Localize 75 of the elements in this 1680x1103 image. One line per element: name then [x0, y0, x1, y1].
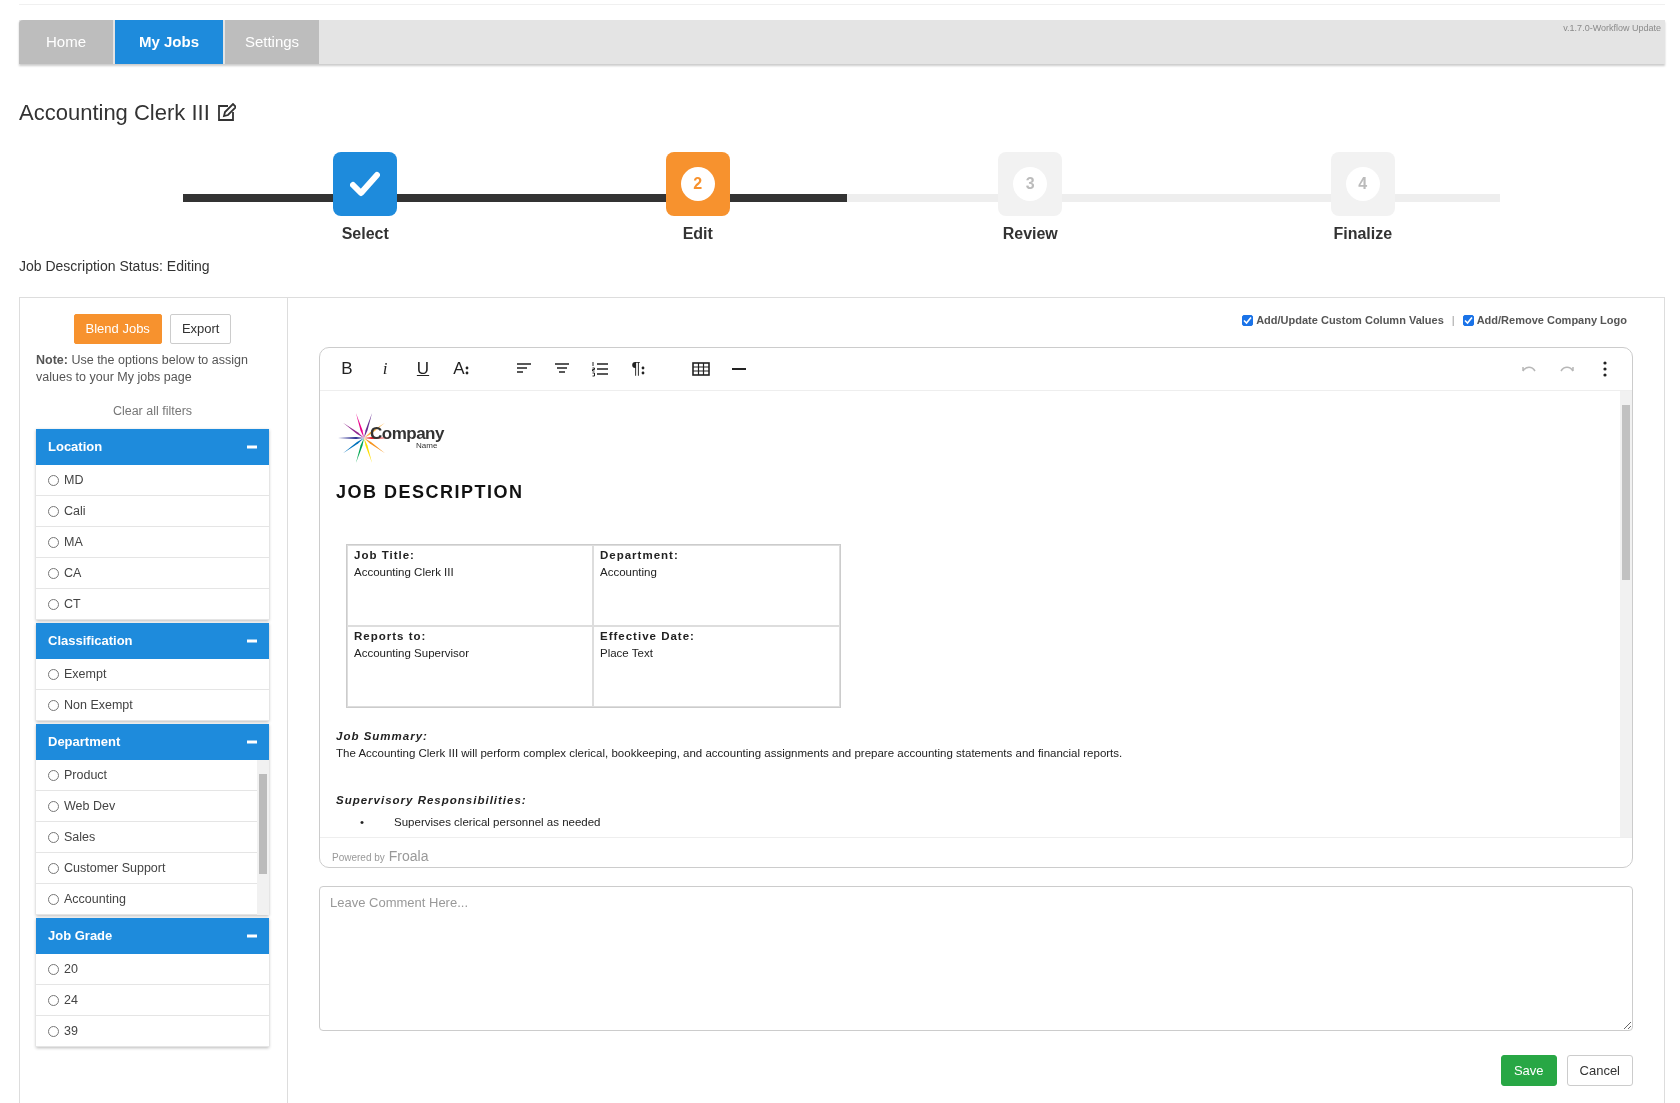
option-label[interactable]: 20 — [64, 959, 78, 979]
ordered-list-icon — [591, 359, 609, 378]
checkbox[interactable] — [1462, 315, 1474, 327]
option-label[interactable]: Exempt — [64, 664, 107, 684]
divider-text: | — [1451, 313, 1455, 329]
option-label[interactable]: MA — [64, 532, 83, 552]
option-label[interactable]: Sales — [64, 827, 96, 847]
field-label: Effective Date: — [600, 628, 696, 644]
note-text: Note: Use the options below to assign values to your My jobs page — [36, 352, 249, 387]
option-label[interactable]: CA — [64, 563, 82, 583]
scrollbar[interactable] — [257, 760, 269, 916]
option-label[interactable]: CT — [64, 594, 81, 614]
export-button[interactable]: Export — [169, 314, 232, 345]
horizontal-line-icon — [731, 366, 747, 371]
option-label[interactable]: Non Exempt — [64, 695, 133, 715]
step-number: 4 — [1345, 167, 1380, 202]
step-label: Select — [341, 224, 389, 245]
paragraph-format-button[interactable]: ¶ — [619, 352, 657, 385]
step-label: Finalize — [1333, 224, 1393, 245]
step-number: 2 — [680, 167, 715, 202]
option-label[interactable]: 39 — [64, 1021, 78, 1041]
table-icon — [692, 359, 710, 378]
cancel-button[interactable]: Cancel — [1566, 1054, 1633, 1087]
italic-button[interactable]: i — [366, 352, 404, 385]
page-title: Accounting Clerk III — [19, 100, 210, 127]
filter-title[interactable]: Job Grade — [48, 926, 113, 946]
step-number: 3 — [1013, 167, 1048, 202]
logo-tagline: Name — [416, 442, 438, 451]
step-label: Review — [1002, 224, 1058, 245]
checkbox-label[interactable]: Add/Remove Company Logo — [1476, 312, 1627, 329]
option-label[interactable]: 24 — [64, 990, 78, 1010]
filter-title[interactable]: Classification — [48, 631, 133, 651]
field-label: Job Title: — [354, 547, 416, 563]
logo-name: Company — [370, 425, 444, 443]
step-label: Edit — [682, 224, 713, 245]
field-label: Reports to: — [354, 628, 428, 644]
section-title: Supervisory Responsibilities: — [336, 793, 528, 809]
edit-icon[interactable] — [215, 103, 236, 124]
more-icon — [1603, 360, 1607, 377]
document-heading: JOB DESCRIPTION — [336, 480, 525, 504]
bullet-item: Supervises clerical personnel as needed — [394, 814, 601, 830]
option-label[interactable]: Web Dev — [64, 796, 116, 816]
filter-title[interactable]: Department — [48, 732, 121, 752]
comment-field[interactable]: Leave Comment Here... — [319, 885, 1633, 1031]
option-label[interactable]: Accounting — [64, 889, 126, 909]
field-value: Accounting — [600, 565, 658, 581]
underline-button[interactable]: U — [404, 352, 442, 385]
field-label: Department: — [600, 547, 680, 563]
option-label[interactable]: MD — [64, 470, 84, 490]
section-title: Job Summary: — [336, 728, 429, 744]
option-label[interactable]: Customer Support — [64, 858, 166, 878]
status-text: Job Description Status: Editing — [19, 257, 211, 277]
option-label[interactable]: Cali — [64, 501, 86, 521]
scrollbar[interactable] — [1620, 390, 1632, 837]
font-size-button[interactable]: A — [442, 352, 480, 385]
check-icon — [1243, 316, 1253, 326]
bold-button[interactable]: B — [328, 352, 366, 385]
version-text: v.1.7.0-Workflow Update — [1563, 22, 1661, 35]
check-icon — [1463, 316, 1473, 326]
checkbox-label[interactable]: Add/Update Custom Column Values — [1256, 312, 1444, 329]
undo-icon — [1522, 365, 1536, 373]
step-marker[interactable] — [333, 152, 398, 217]
option-label[interactable]: Product — [64, 765, 108, 785]
powered-by-text: Powered by — [332, 850, 385, 865]
field-value: Place Text — [600, 646, 654, 662]
redo-icon — [1560, 365, 1574, 373]
section-text: The Accounting Clerk III will perform complex clerical, bookkeeping, and accounting assignments and prepare accounting statements and financial reports. — [336, 746, 1124, 762]
bullet-marker: • — [360, 814, 365, 830]
check-icon — [350, 171, 381, 198]
nav-tab[interactable]: My Jobs — [115, 20, 223, 64]
field-value: Accounting Supervisor — [354, 646, 471, 662]
filter-title[interactable]: Location — [48, 437, 103, 457]
checkbox[interactable] — [1242, 315, 1254, 327]
clear-filters-link[interactable]: Clear all filters — [36, 402, 269, 422]
field-value: Accounting Clerk III — [354, 565, 455, 581]
